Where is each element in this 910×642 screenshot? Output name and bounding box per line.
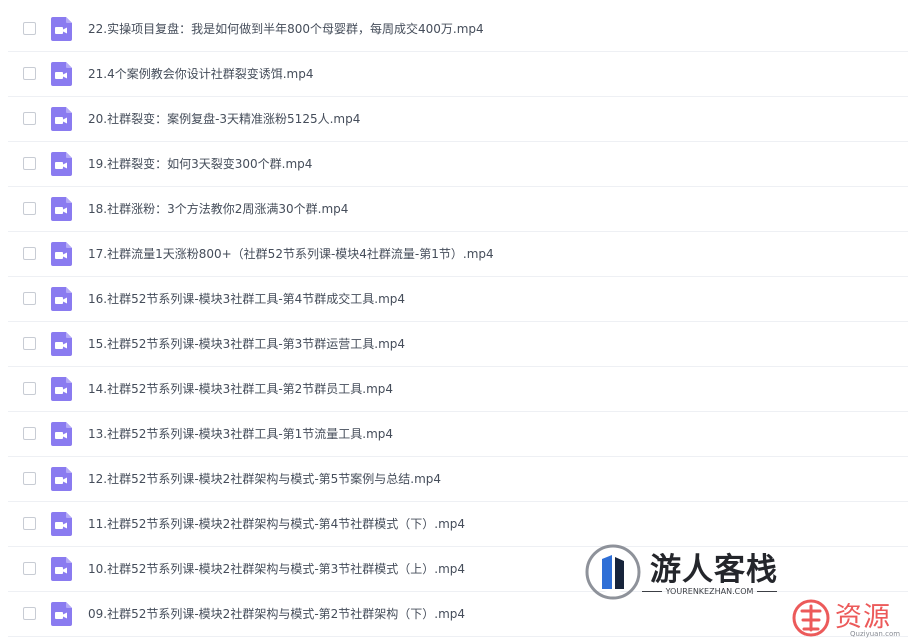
file-row[interactable]: 18.社群涨粉：3个方法教你2周涨满30个群.mp4	[8, 187, 908, 232]
file-row[interactable]: 12.社群52节系列课-模块2社群架构与模式-第5节案例与总结.mp4	[8, 457, 908, 502]
file-row[interactable]: 13.社群52节系列课-模块3社群工具-第1节流量工具.mp4	[8, 412, 908, 457]
file-checkbox[interactable]	[23, 292, 36, 305]
file-row[interactable]: 11.社群52节系列课-模块2社群架构与模式-第4节社群模式（下）.mp4	[8, 502, 908, 547]
file-row[interactable]: 14.社群52节系列课-模块3社群工具-第2节群员工具.mp4	[8, 367, 908, 412]
file-checkbox[interactable]	[23, 247, 36, 260]
watermark-subtitle: YOURENKEZHAN.COM	[665, 587, 754, 596]
file-name[interactable]: 10.社群52节系列课-模块2社群架构与模式-第3节社群模式（上）.mp4	[88, 547, 465, 591]
file-checkbox[interactable]	[23, 517, 36, 530]
video-file-icon	[51, 332, 72, 356]
file-checkbox[interactable]	[23, 22, 36, 35]
file-row[interactable]: 17.社群流量1天涨粉800+（社群52节系列课-模块4社群流量-第1节）.mp…	[8, 232, 908, 277]
video-file-icon	[51, 557, 72, 581]
file-checkbox[interactable]	[23, 472, 36, 485]
file-checkbox[interactable]	[23, 157, 36, 170]
video-file-icon	[51, 602, 72, 626]
file-row[interactable]: 20.社群裂变：案例复盘-3天精准涨粉5125人.mp4	[8, 97, 908, 142]
file-checkbox[interactable]	[23, 202, 36, 215]
file-name[interactable]: 19.社群裂变：如何3天裂变300个群.mp4	[88, 142, 312, 186]
watermark-subtitle-row: YOURENKEZHAN.COM	[642, 587, 777, 596]
video-file-icon	[51, 242, 72, 266]
file-name[interactable]: 17.社群流量1天涨粉800+（社群52节系列课-模块4社群流量-第1节）.mp…	[88, 232, 494, 276]
youren-logo-icon	[585, 544, 641, 600]
video-file-icon	[51, 62, 72, 86]
file-checkbox[interactable]	[23, 67, 36, 80]
file-name[interactable]: 09.社群52节系列课-模块2社群架构与模式-第2节社群架构（下）.mp4	[88, 592, 465, 636]
watermark2-subtitle: Quziyuan.com	[850, 630, 901, 638]
file-checkbox[interactable]	[23, 562, 36, 575]
video-file-icon	[51, 377, 72, 401]
video-file-icon	[51, 197, 72, 221]
file-name[interactable]: 22.实操项目复盘：我是如何做到半年800个母婴群，每周成交400万.mp4	[88, 7, 484, 51]
video-file-icon	[51, 152, 72, 176]
file-row[interactable]: 15.社群52节系列课-模块3社群工具-第3节群运营工具.mp4	[8, 322, 908, 367]
qu-logo-icon	[792, 599, 830, 637]
file-checkbox[interactable]	[23, 112, 36, 125]
file-list: 22.实操项目复盘：我是如何做到半年800个母婴群，每周成交400万.mp4 21…	[0, 0, 910, 637]
file-row[interactable]: 09.社群52节系列课-模块2社群架构与模式-第2节社群架构（下）.mp4	[8, 592, 908, 637]
watermark2-title: 资源	[835, 602, 891, 633]
file-name[interactable]: 14.社群52节系列课-模块3社群工具-第2节群员工具.mp4	[88, 367, 393, 411]
video-file-icon	[51, 422, 72, 446]
video-file-icon	[51, 107, 72, 131]
video-file-icon	[51, 287, 72, 311]
file-name[interactable]: 20.社群裂变：案例复盘-3天精准涨粉5125人.mp4	[88, 97, 360, 141]
file-name[interactable]: 16.社群52节系列课-模块3社群工具-第4节群成交工具.mp4	[88, 277, 405, 321]
file-row[interactable]: 22.实操项目复盘：我是如何做到半年800个母婴群，每周成交400万.mp4	[8, 7, 908, 52]
watermark-title: 游人客栈	[650, 552, 778, 588]
file-name[interactable]: 18.社群涨粉：3个方法教你2周涨满30个群.mp4	[88, 187, 348, 231]
file-row[interactable]: 21.4个案例教会你设计社群裂变诱饵.mp4	[8, 52, 908, 97]
file-name[interactable]: 11.社群52节系列课-模块2社群架构与模式-第4节社群模式（下）.mp4	[88, 502, 465, 546]
file-name[interactable]: 21.4个案例教会你设计社群裂变诱饵.mp4	[88, 52, 313, 96]
file-name[interactable]: 15.社群52节系列课-模块3社群工具-第3节群运营工具.mp4	[88, 322, 405, 366]
file-checkbox[interactable]	[23, 607, 36, 620]
video-file-icon	[51, 467, 72, 491]
file-checkbox[interactable]	[23, 427, 36, 440]
file-row[interactable]: 19.社群裂变：如何3天裂变300个群.mp4	[8, 142, 908, 187]
file-checkbox[interactable]	[23, 337, 36, 350]
file-name[interactable]: 13.社群52节系列课-模块3社群工具-第1节流量工具.mp4	[88, 412, 393, 456]
file-name[interactable]: 12.社群52节系列课-模块2社群架构与模式-第5节案例与总结.mp4	[88, 457, 441, 501]
video-file-icon	[51, 512, 72, 536]
file-checkbox[interactable]	[23, 382, 36, 395]
file-row[interactable]: 16.社群52节系列课-模块3社群工具-第4节群成交工具.mp4	[8, 277, 908, 322]
file-browser: 22.实操项目复盘：我是如何做到半年800个母婴群，每周成交400万.mp4 21…	[0, 0, 910, 642]
video-file-icon	[51, 17, 72, 41]
